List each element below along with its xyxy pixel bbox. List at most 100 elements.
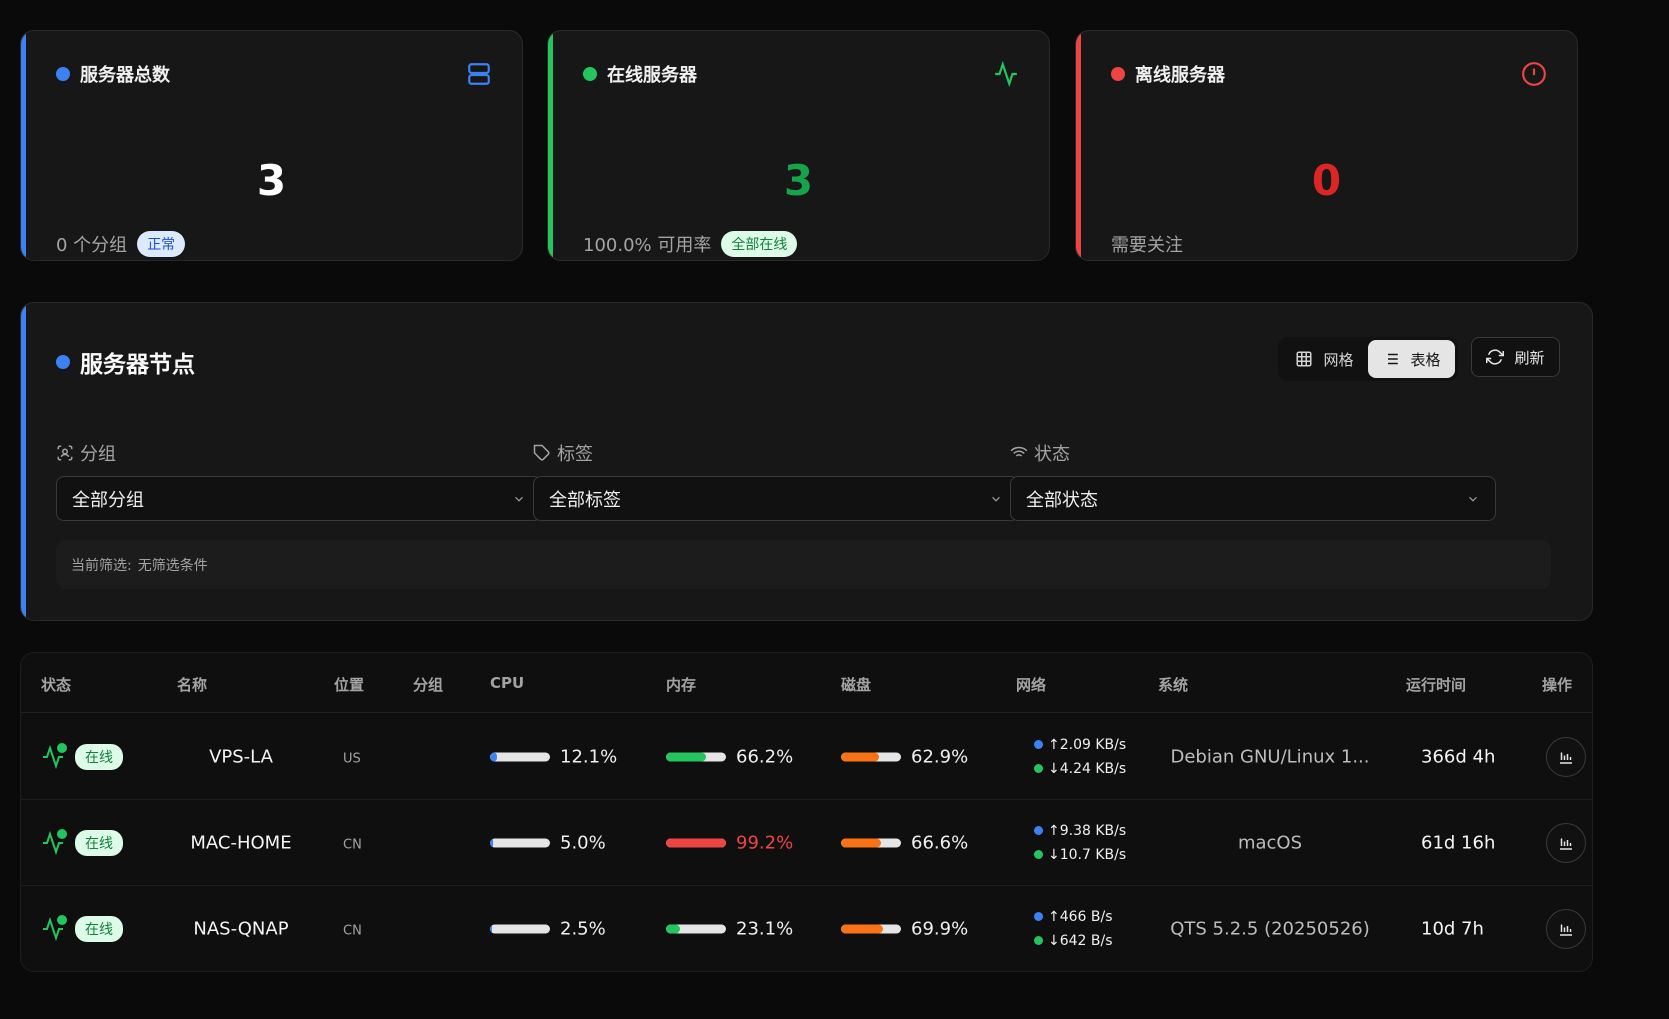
stat-value: 0: [1311, 156, 1342, 205]
bar-chart-icon: [1560, 924, 1572, 936]
disk-usage: 69.9%: [841, 918, 968, 939]
disk-usage: 66.6%: [841, 832, 968, 853]
stat-card-online: 在线服务器 3 100.0% 可用率 全部在线: [547, 30, 1050, 261]
server-location: CN: [343, 837, 362, 852]
bar-chart-icon: [1560, 838, 1572, 850]
net-upload: ↑2.09 KB/s: [1048, 736, 1127, 753]
table-header: 状态 名称 位置 分组 CPU 内存 磁盘 网络 系统 运行时间 操作: [21, 653, 1592, 713]
table-row[interactable]: 在线 MAC-HOME CN 5.0% 99.2% 66.6% ↑9.38 KB…: [21, 800, 1592, 886]
memory-bar: [666, 924, 726, 933]
stat-footer: 需要关注: [1111, 235, 1183, 256]
cpu-usage: 2.5%: [490, 918, 606, 939]
tag-select[interactable]: 全部标签: [533, 476, 1019, 521]
stat-footer: 0 个分组: [56, 235, 128, 256]
cpu-bar: [490, 838, 550, 847]
header-status: 状态: [41, 676, 72, 694]
network-usage: ↑9.38 KB/s ↓10.7 KB/s: [1034, 819, 1126, 867]
chart-button[interactable]: [1546, 822, 1586, 863]
server-uptime: 61d 16h: [1421, 832, 1496, 853]
bar-chart-icon: [1560, 752, 1572, 764]
memory-usage: 23.1%: [666, 918, 793, 939]
group-icon: [57, 445, 73, 461]
header-disk: 磁盘: [841, 676, 872, 694]
activity-icon: [41, 914, 67, 941]
net-download: ↓642 B/s: [1048, 932, 1113, 949]
server-os: Debian GNU/Linux 1...: [1170, 746, 1370, 767]
server-table: 状态 名称 位置 分组 CPU 内存 磁盘 网络 系统 运行时间 操作 在线 V…: [20, 652, 1593, 972]
header-memory: 内存: [666, 676, 697, 694]
table-view-button[interactable]: 表格: [1368, 340, 1455, 378]
refresh-button[interactable]: 刷新: [1471, 337, 1560, 377]
net-upload: ↑9.38 KB/s: [1048, 822, 1127, 839]
server-name: NAS-QNAP: [193, 918, 289, 939]
server-uptime: 366d 4h: [1421, 746, 1496, 767]
status-badge: 在线: [75, 829, 123, 856]
activity-icon: [41, 742, 67, 769]
server-name: VPS-LA: [209, 746, 273, 767]
refresh-icon: [1486, 349, 1505, 365]
stat-card-total: 服务器总数 3 0 个分组 正常: [20, 30, 523, 261]
cpu-usage: 5.0%: [490, 832, 606, 853]
table-row[interactable]: 在线 VPS-LA US 12.1% 66.2% 62.9% ↑2.09 KB/…: [21, 714, 1592, 800]
stat-title: 在线服务器: [583, 61, 697, 87]
alert-circle-icon: [1522, 62, 1546, 86]
status-badge: 正常: [137, 231, 186, 257]
table-row[interactable]: 在线 NAS-QNAP CN 2.5% 23.1% 69.9% ↑466 B/s…: [21, 886, 1592, 971]
tag-icon: [533, 444, 550, 461]
tag-filter: 标签 全部标签: [533, 440, 1019, 521]
stat-title: 离线服务器: [1111, 61, 1225, 87]
chevron-down-icon: [992, 496, 1000, 502]
stat-value: 3: [256, 156, 287, 205]
disk-bar: [841, 752, 901, 761]
status-dot: [1111, 67, 1125, 81]
wifi-icon: [1010, 446, 1028, 460]
chart-button[interactable]: [1546, 736, 1586, 777]
stat-footer: 100.0% 可用率: [583, 235, 712, 256]
stat-value: 3: [783, 156, 814, 205]
status-cell: 在线: [41, 742, 123, 770]
server-uptime: 10d 7h: [1421, 918, 1484, 939]
list-icon: [1384, 353, 1399, 365]
cpu-bar: [490, 924, 550, 933]
network-usage: ↑2.09 KB/s ↓4.24 KB/s: [1034, 733, 1126, 781]
memory-bar: [666, 752, 726, 761]
chart-button[interactable]: [1546, 908, 1586, 949]
network-usage: ↑466 B/s ↓642 B/s: [1034, 905, 1113, 953]
status-badge: 全部在线: [721, 231, 798, 257]
header-location: 位置: [334, 676, 365, 694]
disk-bar: [841, 838, 901, 847]
stat-title: 服务器总数: [56, 61, 170, 87]
net-upload: ↑466 B/s: [1048, 908, 1113, 925]
server-location: US: [343, 751, 361, 766]
server-nodes-panel: 服务器节点 网格 表格 刷新 分组 全部分组 标签 全部标签 状态 全部状态 当…: [20, 302, 1593, 621]
status-badge: 在线: [75, 743, 123, 770]
group-select[interactable]: 全部分组: [56, 476, 542, 521]
server-os: QTS 5.2.5 (20250526): [1170, 918, 1370, 939]
status-dot: [56, 355, 70, 369]
activity-icon: [41, 828, 67, 855]
header-os: 系统: [1158, 676, 1189, 694]
header-name: 名称: [177, 676, 208, 694]
net-download: ↓4.24 KB/s: [1048, 760, 1127, 777]
disk-bar: [841, 924, 901, 933]
chevron-down-icon: [1469, 496, 1477, 502]
current-filter-value: 无筛选条件: [137, 557, 208, 574]
chevron-down-icon: [515, 496, 523, 502]
status-cell: 在线: [41, 914, 123, 942]
header-cpu: CPU: [490, 674, 525, 692]
server-os: macOS: [1237, 832, 1303, 853]
server-location: CN: [343, 923, 362, 938]
header-group: 分组: [413, 676, 444, 694]
server-icon: [468, 63, 490, 85]
stat-card-offline: 离线服务器 0 需要关注: [1075, 30, 1578, 261]
status-dot: [56, 67, 70, 81]
view-toggle: 网格 表格: [1278, 337, 1458, 381]
grid-view-button[interactable]: 网格: [1281, 340, 1368, 378]
cpu-usage: 12.1%: [490, 746, 617, 767]
header-network: 网络: [1016, 676, 1047, 694]
cpu-bar: [490, 752, 550, 761]
memory-usage: 66.2%: [666, 746, 793, 767]
status-select[interactable]: 全部状态: [1010, 476, 1496, 521]
status-cell: 在线: [41, 828, 123, 856]
disk-usage: 62.9%: [841, 746, 968, 767]
